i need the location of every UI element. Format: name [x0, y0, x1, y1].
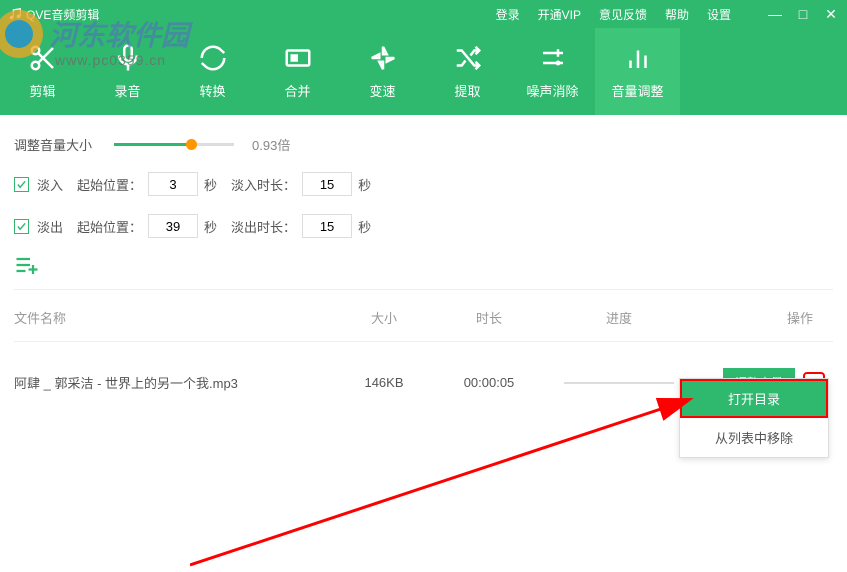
- close-button[interactable]: ✕: [823, 6, 839, 23]
- volume-value: 0.93倍: [252, 135, 290, 154]
- app-header: QVE音频剪辑 登录 开通VIP 意见反馈 帮助 设置 — □ ✕ 剪辑 录音 …: [0, 0, 847, 115]
- nav-volume[interactable]: 音量调整: [595, 28, 680, 115]
- denoise-icon: [538, 43, 568, 73]
- volume-slider-row: 调整音量大小 0.93倍: [14, 135, 833, 154]
- col-action: 操作: [694, 308, 833, 327]
- file-duration: 00:00:05: [434, 375, 544, 390]
- mic-icon: [113, 43, 143, 73]
- progress-bar: [564, 382, 674, 384]
- app-title-text: QVE音频剪辑: [26, 6, 99, 23]
- volume-label: 调整音量大小: [14, 135, 92, 154]
- nav-denoise[interactable]: 噪声消除: [510, 28, 595, 115]
- menu-remove-from-list[interactable]: 从列表中移除: [680, 418, 828, 457]
- settings-link[interactable]: 设置: [707, 6, 731, 23]
- fadein-label: 淡入: [37, 175, 63, 194]
- titlebar: QVE音频剪辑 登录 开通VIP 意见反馈 帮助 设置 — □ ✕: [0, 0, 847, 28]
- fadein-start-unit: 秒: [204, 175, 217, 194]
- fadeout-checkbox[interactable]: [14, 219, 29, 234]
- nav-extract[interactable]: 提取: [425, 28, 510, 115]
- feedback-link[interactable]: 意见反馈: [599, 6, 647, 23]
- fadein-start-input[interactable]: [148, 172, 198, 196]
- fadeout-start-input[interactable]: [148, 214, 198, 238]
- app-title: QVE音频剪辑: [8, 6, 99, 23]
- fadeout-dur-input[interactable]: [302, 214, 352, 238]
- slider-fill: [114, 143, 188, 146]
- nav-speed-label: 变速: [369, 81, 395, 100]
- fadein-dur-label: 淡入时长：: [231, 175, 296, 194]
- context-menu: 打开目录 从列表中移除: [679, 378, 829, 458]
- fadeout-row: 淡出 起始位置： 秒 淡出时长： 秒: [14, 214, 833, 238]
- merge-icon: [283, 43, 313, 73]
- nav-denoise-label: 噪声消除: [526, 81, 578, 100]
- file-size: 146KB: [334, 375, 434, 390]
- menu-open-directory[interactable]: 打开目录: [680, 379, 828, 418]
- add-file-button[interactable]: [14, 256, 40, 274]
- fadeout-start-unit: 秒: [204, 217, 217, 236]
- top-links: 登录 开通VIP 意见反馈 帮助 设置 — □ ✕: [496, 6, 839, 23]
- fadein-start-label: 起始位置：: [77, 175, 142, 194]
- nav-convert[interactable]: 转换: [170, 28, 255, 115]
- nav-record[interactable]: 录音: [85, 28, 170, 115]
- maximize-button[interactable]: □: [795, 6, 811, 23]
- nav-merge[interactable]: 合并: [255, 28, 340, 115]
- main-nav: 剪辑 录音 转换 合并 变速 提取 噪声消除 音量调整: [0, 28, 847, 115]
- nav-speed[interactable]: 变速: [340, 28, 425, 115]
- shuffle-icon: [453, 43, 483, 73]
- fadeout-start-label: 起始位置：: [77, 217, 142, 236]
- nav-extract-label: 提取: [454, 81, 480, 100]
- fadeout-dur-label: 淡出时长：: [231, 217, 296, 236]
- speed-icon: [368, 43, 398, 73]
- vip-link[interactable]: 开通VIP: [538, 6, 581, 23]
- refresh-icon: [198, 43, 228, 73]
- col-progress: 进度: [544, 308, 694, 327]
- nav-cut[interactable]: 剪辑: [0, 28, 85, 115]
- file-name: 阿肆 _ 郭采洁 - 世界上的另一个我.mp3: [14, 373, 334, 392]
- music-note-icon: [8, 7, 22, 21]
- fadeout-label: 淡出: [37, 217, 63, 236]
- nav-merge-label: 合并: [284, 81, 310, 100]
- login-link[interactable]: 登录: [496, 6, 520, 23]
- col-name: 文件名称: [14, 308, 334, 327]
- nav-cut-label: 剪辑: [29, 81, 55, 100]
- minimize-button[interactable]: —: [767, 6, 783, 23]
- volume-icon: [623, 43, 653, 73]
- fadein-dur-input[interactable]: [302, 172, 352, 196]
- table-header: 文件名称 大小 时长 进度 操作: [14, 290, 833, 342]
- file-progress: [544, 382, 694, 384]
- fadein-dur-unit: 秒: [358, 175, 371, 194]
- scissors-icon: [28, 43, 58, 73]
- window-controls: — □ ✕: [767, 6, 839, 23]
- nav-volume-label: 音量调整: [611, 81, 663, 100]
- help-link[interactable]: 帮助: [665, 6, 689, 23]
- fadein-checkbox[interactable]: [14, 177, 29, 192]
- col-size: 大小: [334, 308, 434, 327]
- fadeout-dur-unit: 秒: [358, 217, 371, 236]
- nav-convert-label: 转换: [199, 81, 225, 100]
- nav-record-label: 录音: [114, 81, 140, 100]
- slider-thumb[interactable]: [186, 139, 197, 150]
- fadein-row: 淡入 起始位置： 秒 淡入时长： 秒: [14, 172, 833, 196]
- col-duration: 时长: [434, 308, 544, 327]
- volume-slider[interactable]: [114, 143, 234, 146]
